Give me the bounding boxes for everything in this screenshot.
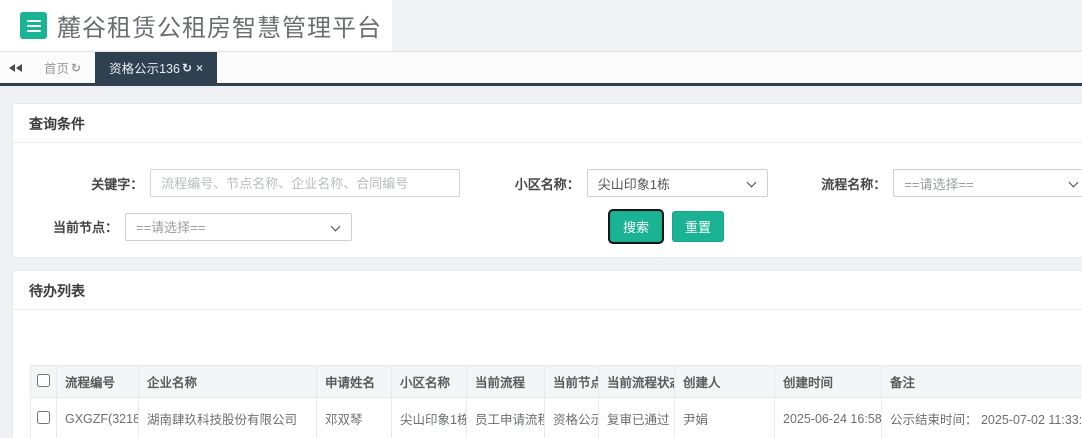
- cell-company-name: 湖南肆玖科技股份有限公司: [138, 397, 317, 438]
- todo-panel-title: 待办列表: [29, 283, 85, 299]
- process-name-select[interactable]: ==请选择==: [893, 169, 1082, 197]
- col-creator[interactable]: 创建人: [674, 365, 775, 398]
- community-label: 小区名称：: [514, 176, 580, 192]
- process-name-label: 流程名称：: [821, 176, 887, 192]
- cell-current-node: 资格公示: [544, 397, 599, 438]
- col-remark[interactable]: 备注: [881, 365, 1082, 398]
- col-process-code[interactable]: 流程编号: [56, 365, 139, 398]
- query-panel-header: 查询条件: [13, 104, 1082, 143]
- cell-process-status: 复审已通过: [598, 397, 675, 438]
- current-node-select-value: ==请选择==: [136, 220, 206, 235]
- refresh-icon[interactable]: ↻: [71, 61, 81, 75]
- community-select-value: 尖山印象1栋: [597, 176, 670, 192]
- tab-active-label: 资格公示136: [109, 62, 180, 76]
- current-node-select[interactable]: ==请选择==: [125, 212, 352, 241]
- search-button[interactable]: 搜索: [610, 211, 663, 242]
- tab-strip: 首页 ↻ 资格公示136 ↻ ×: [0, 52, 1082, 86]
- query-conditions-panel: 查询条件 关键字： 小区名称： 尖山印象1栋 流程名称： ==请选择== 当前节…: [12, 103, 1082, 258]
- hamburger-icon: [26, 19, 41, 22]
- col-current-node[interactable]: 当前节点: [544, 365, 599, 398]
- app-header: 麓谷租赁公租房智慧管理平台: [0, 0, 1082, 52]
- cell-community-name: 尖山印象1栋: [391, 397, 467, 438]
- double-left-arrow-icon: [8, 63, 15, 72]
- keyword-label: 关键字：: [91, 176, 144, 192]
- close-tab-icon[interactable]: ×: [196, 61, 203, 75]
- col-company-name[interactable]: 企业名称: [138, 365, 317, 398]
- refresh-icon[interactable]: ↻: [182, 61, 192, 75]
- cell-current-process: 员工申请流程: [466, 397, 545, 438]
- col-current-process[interactable]: 当前流程: [466, 365, 545, 398]
- todo-table: 流程编号 企业名称 申请姓名 小区名称 当前流程 当前节点 当前流程状态 创建人…: [30, 365, 1082, 438]
- community-select[interactable]: 尖山印象1栋: [586, 169, 768, 197]
- keyword-input[interactable]: [150, 169, 461, 197]
- cell-process-code: GXGZF(32185): [56, 397, 139, 438]
- app-title: 麓谷租赁公租房智慧管理平台: [57, 15, 382, 42]
- col-applicant-name[interactable]: 申请姓名: [316, 365, 392, 398]
- col-create-time[interactable]: 创建时间: [774, 365, 882, 398]
- cell-creator: 尹娟: [674, 397, 775, 438]
- select-all-checkbox[interactable]: [37, 373, 50, 387]
- hamburger-menu-button[interactable]: [20, 12, 47, 39]
- collapse-tabs-button[interactable]: [0, 52, 30, 83]
- process-name-select-value: ==请选择==: [904, 176, 974, 192]
- cell-remark: 公示结束时间： 2025-07-02 11:33:14: [881, 397, 1082, 438]
- current-node-label: 当前节点：: [52, 220, 118, 235]
- tab-home[interactable]: 首页 ↻: [30, 52, 95, 83]
- chevron-down-icon: [330, 221, 341, 231]
- table-header-row: 流程编号 企业名称 申请姓名 小区名称 当前流程 当前节点 当前流程状态 创建人…: [30, 365, 1082, 398]
- col-process-status[interactable]: 当前流程状态: [598, 365, 675, 398]
- row-checkbox[interactable]: [37, 410, 50, 424]
- col-community-name[interactable]: 小区名称: [391, 365, 467, 398]
- chevron-down-icon: [1068, 177, 1079, 188]
- cell-applicant-name: 邓双琴: [316, 397, 392, 438]
- tab-qualification-publicity[interactable]: 资格公示136 ↻ ×: [95, 52, 218, 83]
- tab-home-label: 首页: [44, 62, 70, 76]
- todo-panel-header: 待办列表: [13, 271, 1082, 310]
- todo-list-panel: 待办列表 流程编号 企业名称 申请姓名 小区名称 当前流程 当前节点 当前流程状…: [12, 270, 1082, 438]
- query-panel-title: 查询条件: [29, 116, 85, 132]
- table-row[interactable]: GXGZF(32185) 湖南肆玖科技股份有限公司 邓双琴 尖山印象1栋 员工申…: [30, 397, 1082, 438]
- cell-create-time: 2025-06-24 16:58:22: [774, 397, 882, 438]
- reset-button[interactable]: 重置: [672, 211, 725, 242]
- chevron-down-icon: [746, 177, 757, 188]
